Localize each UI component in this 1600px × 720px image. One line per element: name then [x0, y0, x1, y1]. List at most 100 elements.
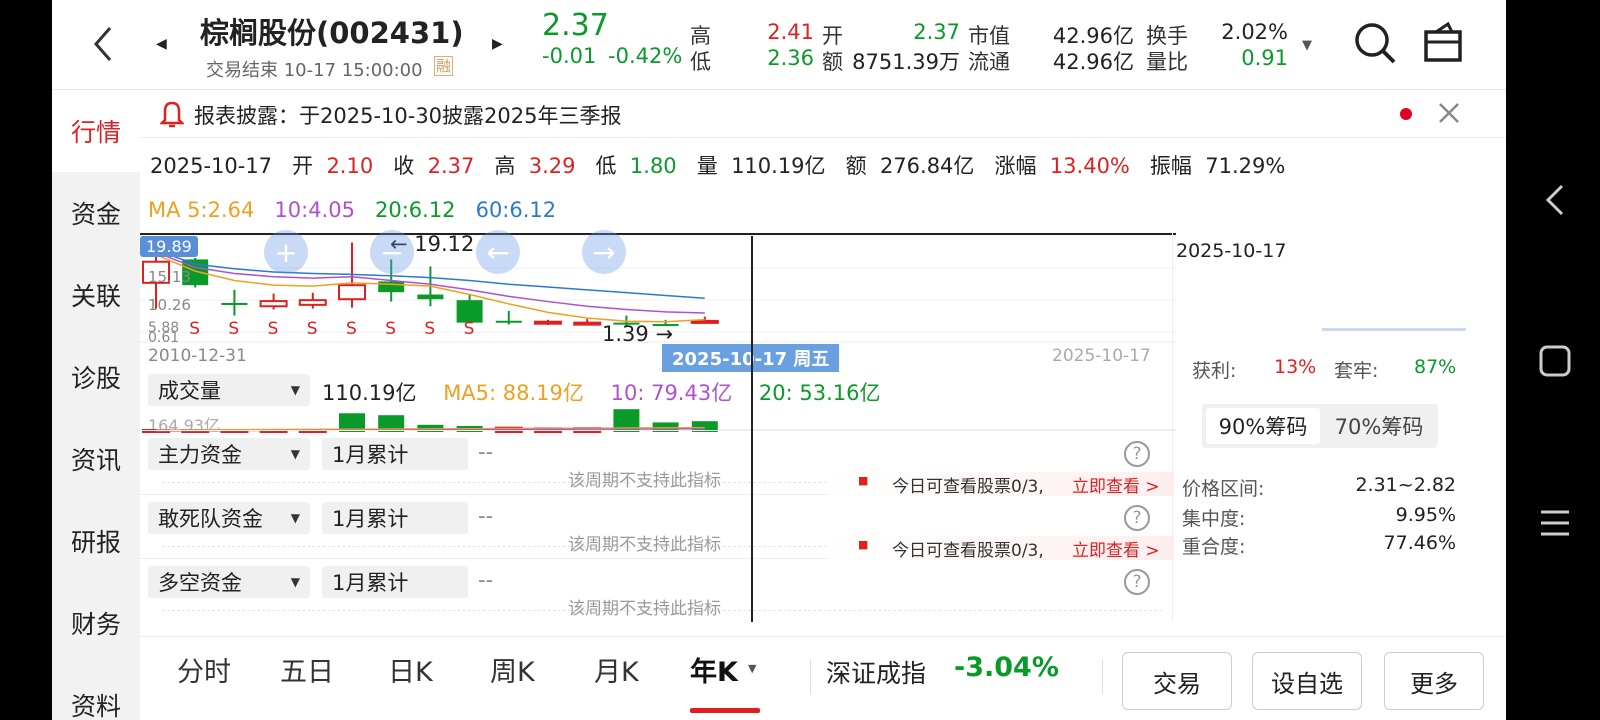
low-annotation: 1.39 → [602, 322, 674, 346]
scroll-left-button[interactable]: ← [476, 230, 520, 274]
period-label: 1月累计 [332, 571, 409, 595]
high-value: 2.41 [767, 20, 814, 44]
dividend-marker: S [228, 319, 239, 339]
index-change[interactable]: -3.04% [954, 652, 1059, 683]
more-button[interactable]: 更多 [1384, 652, 1484, 710]
low-annotation-value: 1.39 [602, 322, 649, 346]
high-annotation-value: 19.12 [414, 232, 475, 256]
divider-2 [1102, 660, 1103, 694]
watchlist-icon[interactable] [1422, 20, 1464, 70]
period-selector[interactable]: 1月累计 [322, 502, 468, 534]
conc-label: 集中度: [1182, 508, 1246, 530]
amount-value: 8751.39万 [852, 50, 960, 74]
candle-body [298, 299, 327, 306]
nav-item-4[interactable]: 资讯 [52, 418, 140, 500]
help-icon[interactable]: ? [1124, 569, 1150, 595]
tab-dropdown-icon[interactable]: ▼ [748, 662, 756, 675]
system-menu-icon[interactable] [1538, 506, 1572, 544]
overlap-value: 77.46% [1383, 532, 1456, 554]
ohlc-amt: 276.84亿 [879, 154, 975, 178]
chevron-down-icon: ▼ [290, 447, 300, 461]
close-icon[interactable] [1436, 100, 1462, 130]
chevron-down-icon: ▼ [290, 511, 300, 525]
nav-item-1[interactable]: 资金 [52, 172, 140, 254]
view-now-link[interactable]: 立即查看 > [1072, 536, 1160, 561]
indicator-value: -- [478, 504, 494, 528]
help-icon[interactable]: ? [1124, 441, 1150, 467]
lock-icon: ■ [858, 538, 869, 551]
stock-detail-page: ◀ 棕榈股份(002431) ▶ 交易结束 10-17 15:00:00 融 2… [52, 0, 1506, 720]
candle-body [534, 320, 562, 325]
chart-end-date: 2025-10-17 [1052, 346, 1151, 366]
tab-chips-70[interactable]: 70%筹码 [1322, 408, 1436, 444]
volume-chart[interactable] [140, 404, 1176, 442]
nav-item-2[interactable]: 关联 [52, 254, 140, 336]
help-icon[interactable]: ? [1124, 505, 1150, 531]
lock-icon: ■ [858, 474, 869, 487]
trapped-label: 套牢: [1334, 360, 1379, 382]
tab-chips-90[interactable]: 90%筹码 [1206, 408, 1320, 444]
tab-2[interactable]: 日K [388, 650, 433, 689]
ohlc-high: 3.29 [528, 154, 576, 178]
period-selector[interactable]: 1月累计 [322, 438, 468, 470]
tab-4[interactable]: 月K [594, 650, 639, 689]
view-now-link[interactable]: 立即查看 > [1072, 472, 1160, 497]
nav-item-6[interactable]: 财务 [52, 582, 140, 664]
margin-badge: 融 [434, 56, 454, 76]
ma60-legend: 60:6.12 [475, 198, 557, 222]
next-stock-button[interactable]: ▶ [492, 36, 503, 52]
search-icon[interactable] [1352, 20, 1398, 70]
overlap-label: 重合度: [1182, 536, 1246, 558]
add-watchlist-button[interactable]: 设自选 [1252, 652, 1362, 710]
turnover-value: 2.02% [1221, 20, 1288, 44]
volume-selector[interactable]: 成交量 ▼ [148, 374, 310, 406]
candle-body [338, 284, 366, 301]
system-back-icon[interactable] [1540, 180, 1570, 224]
index-name[interactable]: 深证成指 [826, 654, 926, 690]
indicator-selector[interactable]: 主力资金 ▼ [148, 438, 310, 470]
ylabel-3: 10.26 [148, 296, 191, 314]
zoom-out-button[interactable]: − [370, 230, 414, 274]
period-selector[interactable]: 1月累计 [322, 566, 468, 598]
notice-bar[interactable]: 报表披露：于2025-10-30披露2025年三季报 [140, 90, 1506, 138]
tab-5[interactable]: 年K [690, 650, 738, 689]
ohlc-high-label: 高 [494, 154, 516, 178]
tab-0[interactable]: 分时 [177, 650, 231, 689]
nav-item-7[interactable]: 资料 [52, 664, 140, 720]
cursor-line-lower [751, 472, 753, 622]
ohlc-close-label: 收 [393, 154, 415, 178]
nav-item-5[interactable]: 研报 [52, 500, 140, 582]
notice-dot [1400, 108, 1412, 120]
indicator-selector[interactable]: 多空资金 ▼ [148, 566, 310, 598]
ma-legend: MA 5:2.64 10:4.05 20:6.12 60:6.12 [148, 198, 556, 222]
nav-item-3[interactable]: 诊股 [52, 336, 140, 418]
stock-name: 棕榈股份(002431) [200, 16, 464, 50]
nav-item-0[interactable]: 行情 [52, 90, 140, 172]
low-value: 2.36 [767, 46, 814, 70]
zoom-in-button[interactable]: + [264, 230, 308, 274]
tab-3[interactable]: 周K [490, 650, 535, 689]
ylabel-5: 0.61 [148, 330, 180, 346]
tab-1[interactable]: 五日 [280, 650, 334, 689]
candle-body [221, 302, 248, 305]
period-label: 1月累计 [332, 443, 409, 467]
indicator-value: -- [478, 440, 494, 464]
chips-date: 2025-10-17 [1176, 240, 1287, 262]
prev-stock-button[interactable]: ◀ [156, 36, 167, 52]
volume-selector-label: 成交量 [158, 379, 221, 403]
low-label: 低 [690, 50, 711, 74]
indicator-selector[interactable]: 敢死队资金 ▼ [148, 502, 310, 534]
system-home-icon[interactable] [1538, 344, 1572, 382]
ohlc-open: 2.10 [326, 154, 374, 178]
dividend-marker: S [424, 319, 435, 339]
current-price: 2.37 [542, 8, 609, 43]
back-button[interactable] [86, 20, 122, 68]
conc-value: 9.95% [1395, 504, 1456, 526]
candle-body [573, 321, 602, 326]
trapped-value: 87% [1414, 356, 1457, 378]
scroll-right-button[interactable]: → [582, 230, 626, 274]
dividend-marker: S [189, 319, 200, 339]
profit-value: 13% [1274, 356, 1317, 378]
trade-button[interactable]: 交易 [1122, 652, 1232, 710]
expand-quote-icon[interactable]: ▼ [1302, 38, 1312, 53]
